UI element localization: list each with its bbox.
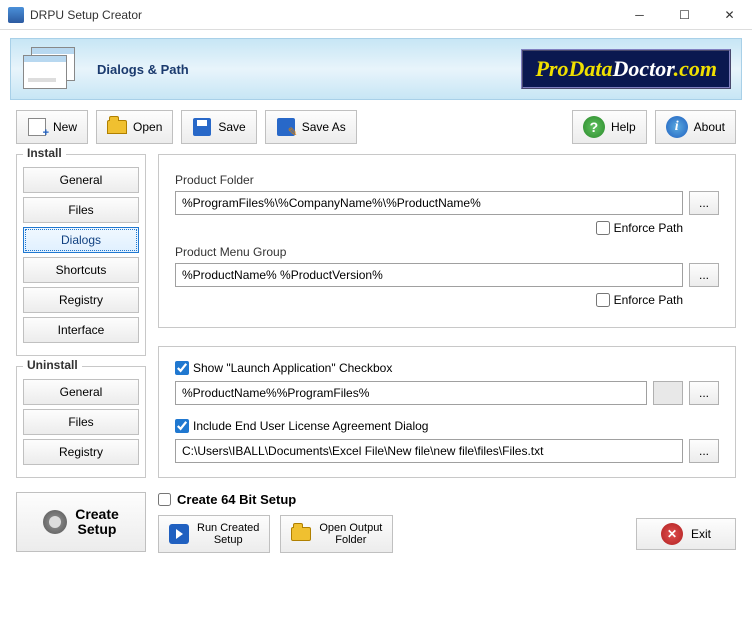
exit-button[interactable]: ✕Exit bbox=[636, 518, 736, 550]
dialogs-icon bbox=[21, 45, 81, 93]
product-folder-browse-button[interactable]: ... bbox=[689, 191, 719, 215]
help-button[interactable]: ?Help bbox=[572, 110, 647, 144]
sidebar-item-uninstall-files[interactable]: Files bbox=[23, 409, 139, 435]
sidebar-item-dialogs[interactable]: Dialogs bbox=[23, 227, 139, 253]
product-menu-input[interactable] bbox=[175, 263, 683, 287]
brand-logo: ProDataDoctor.com bbox=[521, 49, 731, 89]
new-icon bbox=[27, 117, 47, 137]
create-setup-label: Create Setup bbox=[75, 507, 119, 538]
titlebar: DRPU Setup Creator ─ ☐ ✕ bbox=[0, 0, 752, 30]
sidebar-item-interface[interactable]: Interface bbox=[23, 317, 139, 343]
help-icon: ? bbox=[583, 116, 605, 138]
install-group-title: Install bbox=[23, 146, 66, 160]
dialogs-panel: Show "Launch Application" Checkbox ... I… bbox=[158, 346, 736, 478]
eula-checkbox[interactable]: Include End User License Agreement Dialo… bbox=[175, 419, 719, 433]
sidebar-item-uninstall-general[interactable]: General bbox=[23, 379, 139, 405]
eula-browse-button[interactable]: ... bbox=[689, 439, 719, 463]
toolbar: New Open Save Save As ?Help iAbout bbox=[0, 110, 752, 154]
run-created-setup-button[interactable]: Run Created Setup bbox=[158, 515, 270, 553]
sidebar-item-registry[interactable]: Registry bbox=[23, 287, 139, 313]
launch-checkbox[interactable]: Show "Launch Application" Checkbox bbox=[175, 361, 719, 375]
launch-disabled-button bbox=[653, 381, 683, 405]
uninstall-group: Uninstall General Files Registry bbox=[16, 366, 146, 478]
product-menu-enforce-checkbox[interactable]: Enforce Path bbox=[596, 293, 683, 307]
new-button[interactable]: New bbox=[16, 110, 88, 144]
create-64-checkbox[interactable]: Create 64 Bit Setup bbox=[158, 492, 736, 507]
content: Product Folder ... Enforce Path Product … bbox=[158, 154, 736, 488]
about-icon: i bbox=[666, 116, 688, 138]
play-icon bbox=[169, 524, 189, 544]
launch-browse-button[interactable]: ... bbox=[689, 381, 719, 405]
sidebar: Install General Files Dialogs Shortcuts … bbox=[16, 154, 146, 488]
sidebar-item-files[interactable]: Files bbox=[23, 197, 139, 223]
about-button[interactable]: iAbout bbox=[655, 110, 736, 144]
open-button[interactable]: Open bbox=[96, 110, 173, 144]
close-icon: ✕ bbox=[661, 523, 683, 545]
folder-icon bbox=[291, 527, 311, 541]
sidebar-item-uninstall-registry[interactable]: Registry bbox=[23, 439, 139, 465]
save-button[interactable]: Save bbox=[181, 110, 256, 144]
save-as-button[interactable]: Save As bbox=[265, 110, 357, 144]
product-menu-label: Product Menu Group bbox=[175, 245, 719, 259]
banner: Dialogs & Path ProDataDoctor.com bbox=[10, 38, 742, 100]
product-menu-browse-button[interactable]: ... bbox=[689, 263, 719, 287]
open-output-folder-button[interactable]: Open Output Folder bbox=[280, 515, 393, 553]
install-group: Install General Files Dialogs Shortcuts … bbox=[16, 154, 146, 356]
save-icon bbox=[192, 117, 212, 137]
sidebar-item-general[interactable]: General bbox=[23, 167, 139, 193]
app-icon bbox=[8, 7, 24, 23]
product-paths-panel: Product Folder ... Enforce Path Product … bbox=[158, 154, 736, 328]
maximize-button[interactable]: ☐ bbox=[662, 0, 707, 30]
window-title: DRPU Setup Creator bbox=[30, 8, 617, 22]
sidebar-item-shortcuts[interactable]: Shortcuts bbox=[23, 257, 139, 283]
open-icon bbox=[107, 117, 127, 137]
close-button[interactable]: ✕ bbox=[707, 0, 752, 30]
uninstall-group-title: Uninstall bbox=[23, 358, 82, 372]
create-setup-button[interactable]: Create Setup bbox=[16, 492, 146, 552]
page-title: Dialogs & Path bbox=[97, 62, 189, 77]
product-folder-label: Product Folder bbox=[175, 173, 719, 187]
minimize-button[interactable]: ─ bbox=[617, 0, 662, 30]
save-as-icon bbox=[276, 117, 296, 137]
product-folder-enforce-checkbox[interactable]: Enforce Path bbox=[596, 221, 683, 235]
launch-path-input[interactable] bbox=[175, 381, 647, 405]
footer: Create Setup Create 64 Bit Setup Run Cre… bbox=[0, 488, 752, 563]
product-folder-input[interactable] bbox=[175, 191, 683, 215]
eula-path-input[interactable] bbox=[175, 439, 683, 463]
gear-icon bbox=[43, 510, 67, 534]
